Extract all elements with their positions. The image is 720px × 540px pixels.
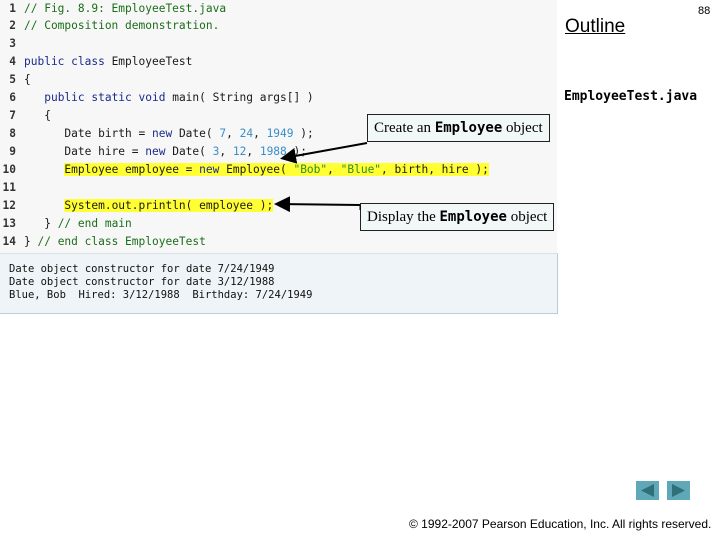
triangle-right-icon (672, 484, 685, 497)
next-slide-button[interactable] (667, 481, 690, 500)
triangle-left-icon (641, 484, 654, 497)
previous-slide-button[interactable] (636, 481, 659, 500)
callout-arrows (274, 142, 368, 213)
copyright-notice: © 1992-2007 Pearson Education, Inc. All … (409, 517, 712, 531)
arrow-display (274, 196, 361, 213)
arrow-create (280, 142, 368, 164)
